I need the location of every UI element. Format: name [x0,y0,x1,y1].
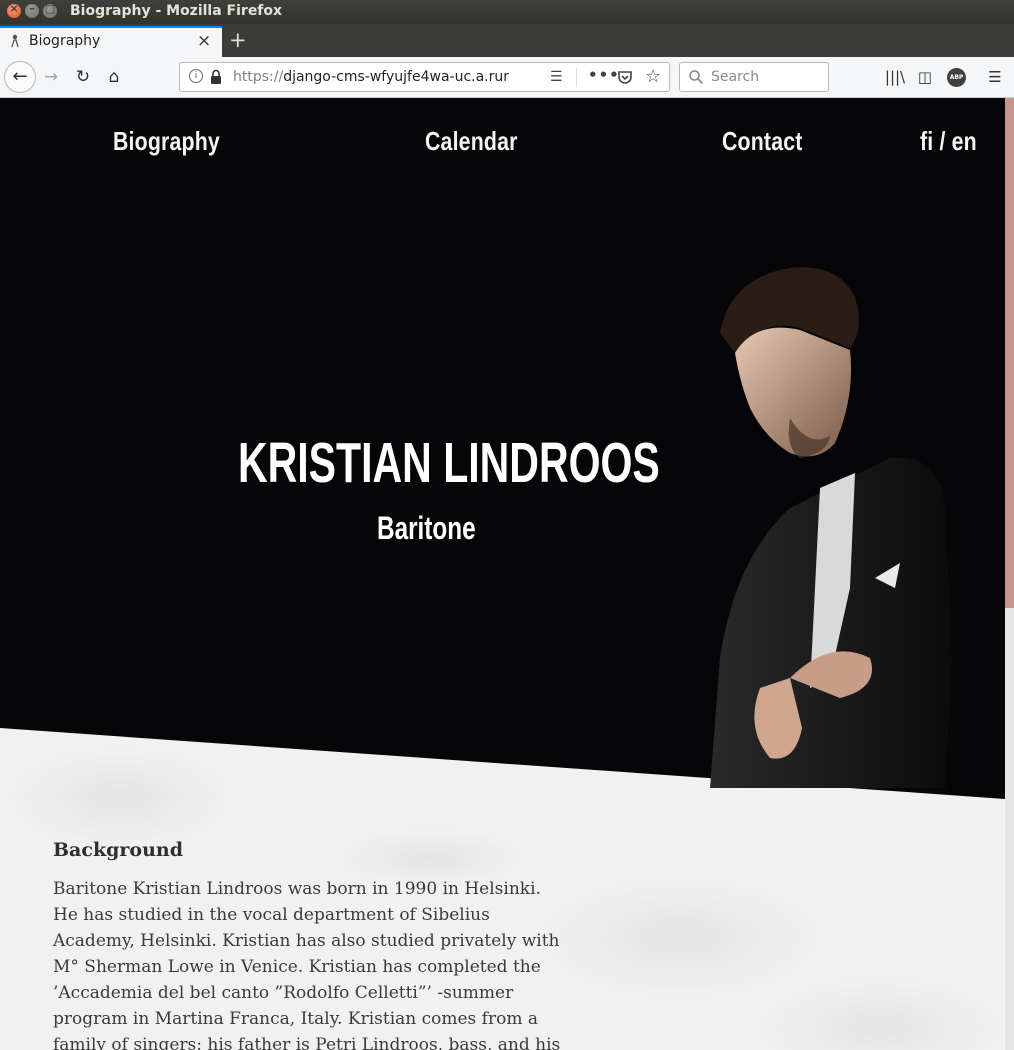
section-title: Background [53,839,183,861]
back-arrow-icon: ← [12,66,28,87]
language-switcher[interactable]: fi / en [920,126,977,157]
maximize-icon: ▢ [44,2,56,15]
search-icon [689,70,704,85]
biography-text: Baritone Kristian Lindroos was born in 1… [53,879,561,1050]
bookmark-star-icon[interactable]: ☆ [645,66,661,87]
lock-icon [211,69,221,84]
person-icon [10,34,20,51]
url-bar[interactable]: i https://django-cms-wfyujfe4wa-uc.a.run… [179,62,670,92]
search-input[interactable]: Search [711,69,759,85]
url-host: django-cms-wfyujfe4wa-uc.a.run [283,69,509,85]
library-icon[interactable]: |||\ [884,68,906,86]
adblock-plus-icon[interactable]: ABP [947,68,966,87]
new-tab-button[interactable]: + [229,28,247,52]
hero-subtitle: Baritone [377,510,476,546]
nav-biography-link[interactable]: Biography [113,126,220,157]
window-close-button[interactable]: × [7,2,21,18]
sidebar-icon[interactable]: ◫ [915,68,935,86]
tab-biography[interactable]: Biography × [0,26,222,57]
urlbar-separator [576,68,577,87]
url-text[interactable]: https://django-cms-wfyujfe4wa-uc.a.run [233,69,509,85]
hero-title: KRISTIAN LINDROOS [238,431,660,495]
reload-button[interactable]: ↻ [70,63,96,91]
menu-icon[interactable]: ☰ [986,68,1004,86]
navigation-toolbar: ← → ↻ ⌂ i https://django-cms-wfyujfe4wa-… [0,57,1014,98]
nav-calendar-link[interactable]: Calendar [425,126,518,157]
window-title: Biography - Mozilla Firefox [70,3,283,19]
search-bar[interactable]: Search [679,62,829,92]
page-viewport: Biography Calendar Contact fi / en KRIST… [0,98,1005,1050]
page-actions-icon[interactable]: ••• [588,66,620,84]
window-titlebar: × – ▢ Biography - Mozilla Firefox [0,0,1014,24]
scrollbar-thumb[interactable] [1005,98,1014,608]
forward-button[interactable]: → [38,63,64,91]
tab-label: Biography [29,33,101,49]
forward-arrow-icon: → [43,67,59,87]
reader-view-icon[interactable]: ☰ [550,69,563,85]
window-minimize-button[interactable]: – [25,2,39,18]
home-button[interactable]: ⌂ [101,63,127,91]
window-maximize-button[interactable]: ▢ [43,2,57,18]
nav-contact-link[interactable]: Contact [722,126,803,157]
singer-photo [710,267,952,788]
reload-icon: ↻ [75,67,91,87]
minimize-icon: – [29,2,35,15]
back-button[interactable]: ← [4,61,36,93]
url-protocol: https:// [233,69,284,85]
page-scrollbar[interactable] [1005,98,1014,1050]
tab-strip: Biography × + [0,24,1014,57]
info-icon[interactable]: i [189,69,203,83]
tab-close-icon[interactable]: × [197,31,211,51]
close-icon: × [9,2,19,15]
pocket-icon[interactable] [617,69,633,85]
home-icon: ⌂ [108,67,120,87]
